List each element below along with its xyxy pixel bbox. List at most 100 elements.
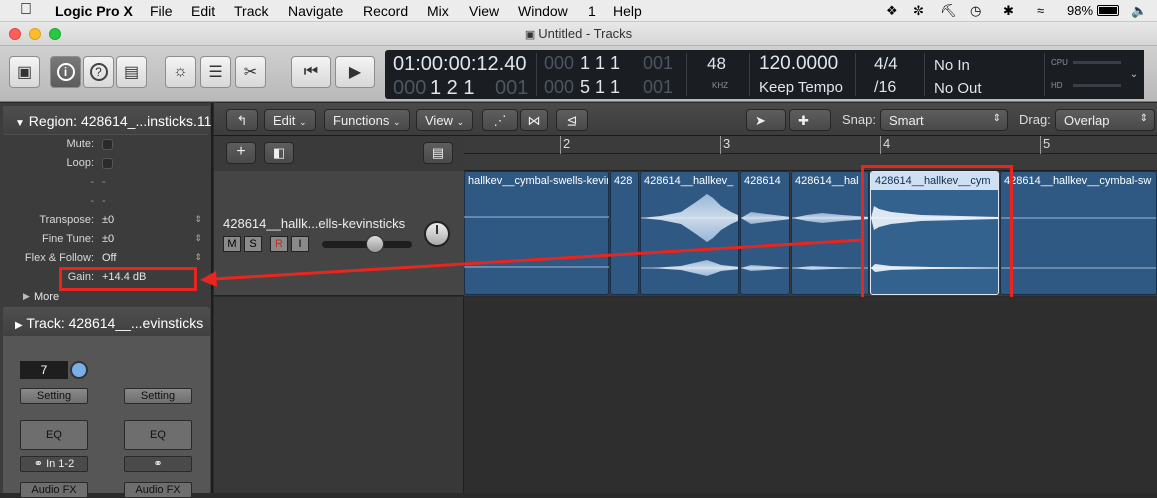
menu-file[interactable]: File bbox=[150, 3, 173, 19]
smart-controls-button[interactable]: ☼ bbox=[165, 56, 196, 88]
lcd-display[interactable]: 01:00:00:12.40 000 1 2 1 001 000 1 1 1 0… bbox=[385, 50, 1130, 99]
stepper-icon[interactable]: ⇕ bbox=[194, 252, 202, 263]
drag-select[interactable]: Overlap ⇕ bbox=[1055, 109, 1155, 131]
view-menu[interactable]: View ⌄ bbox=[416, 109, 474, 131]
param-label: Flex & Follow: bbox=[24, 252, 94, 264]
app-menu[interactable]: Logic Pro X bbox=[55, 3, 133, 19]
input-button[interactable]: ⚭ In 1-2 bbox=[20, 456, 88, 472]
setting-button[interactable]: Setting bbox=[20, 388, 88, 404]
edit-menu[interactable]: Edit ⌄ bbox=[264, 109, 316, 131]
secondary-tool-menu[interactable]: ✚ bbox=[789, 109, 831, 131]
param-transpose[interactable]: Transpose: ±0 ⇕ bbox=[0, 212, 210, 230]
ruler[interactable]: 2 3 4 5 bbox=[464, 136, 1157, 171]
question-icon: ? bbox=[89, 63, 108, 81]
audio-region[interactable]: 428 bbox=[610, 171, 639, 295]
snap-select[interactable]: Smart ⇕ bbox=[880, 109, 1008, 131]
bar-number: 2 bbox=[563, 136, 571, 151]
more-disclosure[interactable]: ▶ More bbox=[0, 289, 210, 307]
inspector-button[interactable]: i bbox=[50, 56, 81, 88]
scissors-icon: ✂ bbox=[243, 64, 258, 81]
menu-edit[interactable]: Edit bbox=[191, 3, 215, 19]
lcd-left-locator: 1 1 1 bbox=[580, 53, 621, 73]
automation-button[interactable]: ⋰ bbox=[482, 109, 518, 131]
menu-view[interactable]: View bbox=[469, 3, 499, 19]
solo-button[interactable]: S bbox=[244, 236, 262, 252]
menu-track[interactable]: Track bbox=[234, 3, 268, 19]
toolbar-button[interactable]: ▤ bbox=[116, 56, 147, 88]
stepper-icon[interactable]: ⇕ bbox=[194, 214, 202, 225]
record-enable-button[interactable]: R bbox=[270, 236, 288, 252]
play-icon: ▶ bbox=[348, 64, 362, 81]
eq-button[interactable]: EQ bbox=[20, 420, 88, 450]
track-name[interactable]: 428614__hallk...ells-kevinsticks bbox=[223, 216, 405, 231]
track-lane[interactable]: hallkev__cymbal-swells-kevin 428 428614_… bbox=[464, 165, 1157, 301]
region-inspector-header[interactable]: ▼ Region: 428614_...insticks.11 bbox=[3, 106, 211, 134]
pan-knob[interactable] bbox=[424, 221, 450, 247]
functions-label: Functions bbox=[333, 113, 390, 128]
catch-button[interactable]: ⊴ bbox=[556, 109, 588, 131]
library-button[interactable]: ▣ bbox=[9, 56, 40, 88]
editors-button[interactable]: ✂ bbox=[235, 56, 266, 88]
menu-window[interactable]: Window bbox=[518, 3, 568, 19]
setting-button[interactable]: Setting bbox=[124, 388, 192, 404]
drive-icon[interactable]: ⛏ bbox=[940, 3, 957, 19]
menu-record[interactable]: Record bbox=[363, 3, 408, 19]
apple-icon[interactable]:  bbox=[20, 1, 32, 19]
menu-mix[interactable]: Mix bbox=[427, 3, 449, 19]
lcd-khz-label: KHZ bbox=[712, 81, 728, 90]
back-arrow-icon: ↰ bbox=[236, 113, 248, 128]
fan-icon[interactable]: ✼ bbox=[913, 3, 924, 19]
input-button[interactable]: ⚭ bbox=[124, 456, 192, 472]
input-monitor-button[interactable]: I bbox=[291, 236, 309, 252]
quick-help-button[interactable]: ? bbox=[83, 56, 114, 88]
eq-button[interactable]: EQ bbox=[124, 420, 192, 450]
disclosure-open-icon: ▼ bbox=[15, 118, 25, 129]
lcd-menu-button[interactable]: ⌄ bbox=[1124, 50, 1144, 99]
transpose-value[interactable]: ±0 bbox=[102, 214, 114, 226]
channel-value[interactable]: 7 bbox=[20, 361, 68, 379]
mute-button[interactable]: M bbox=[223, 236, 241, 252]
functions-menu[interactable]: Functions ⌄ bbox=[324, 109, 410, 131]
wifi-icon[interactable]: ≈ bbox=[1037, 3, 1044, 18]
audio-region[interactable]: 428614__hal bbox=[791, 171, 869, 295]
audio-fx-button[interactable]: Audio FX bbox=[124, 482, 192, 498]
hd-meter bbox=[1073, 84, 1121, 87]
menu-1[interactable]: 1 bbox=[588, 3, 596, 19]
control-bar: ▣ i ? ▤ ☼ ☰ ✂ ⏮ ▶ 01:00:00:12.40 000 1 2… bbox=[0, 46, 1157, 102]
mute-checkbox[interactable] bbox=[102, 139, 113, 150]
rewind-button[interactable]: ⏮ bbox=[291, 56, 331, 88]
skip-back-icon: ⏮ bbox=[303, 63, 319, 80]
toolbar-icon: ▤ bbox=[123, 64, 140, 81]
pan-knob[interactable] bbox=[70, 361, 88, 379]
lcd-left-dim: 000 bbox=[544, 53, 575, 73]
global-tracks-button[interactable]: ◧ bbox=[264, 142, 294, 164]
automation-icon: ⋰ bbox=[493, 113, 507, 128]
add-track-button[interactable]: + bbox=[226, 142, 256, 164]
dropbox-icon[interactable]: ❖ bbox=[886, 3, 898, 19]
audio-region[interactable]: 428614__hallkev_ bbox=[640, 171, 739, 295]
flex-follow-value[interactable]: Off bbox=[102, 252, 116, 264]
bluetooth-icon[interactable]: ✱ bbox=[1003, 3, 1014, 19]
battery-icon[interactable] bbox=[1097, 5, 1119, 16]
menu-navigate[interactable]: Navigate bbox=[288, 3, 343, 19]
pointer-tool-menu[interactable]: ➤ bbox=[746, 109, 786, 131]
volume-slider-thumb[interactable] bbox=[366, 235, 384, 253]
stepper-icon[interactable]: ⇕ bbox=[194, 233, 202, 244]
audio-fx-button[interactable]: Audio FX bbox=[20, 482, 88, 498]
param-flex-follow[interactable]: Flex & Follow: Off ⇕ bbox=[0, 250, 210, 268]
param-fine-tune[interactable]: Fine Tune: ±0 ⇕ bbox=[0, 231, 210, 249]
track-options-button[interactable]: ▤ bbox=[423, 142, 453, 164]
flex-button[interactable]: ⋈ bbox=[520, 109, 548, 131]
loop-checkbox[interactable] bbox=[102, 158, 113, 169]
play-button[interactable]: ▶ bbox=[335, 56, 375, 88]
mixer-button[interactable]: ☰ bbox=[200, 56, 231, 88]
back-button[interactable]: ↰ bbox=[226, 109, 258, 131]
audio-region[interactable]: 428614__hallkev__cymbal-sw bbox=[1000, 171, 1157, 295]
track-inspector-header[interactable]: ▶ Track: 428614__...evinsticks bbox=[3, 308, 210, 336]
track-header[interactable]: 428614__hallk...ells-kevinsticks M S R I bbox=[214, 171, 464, 296]
volume-icon[interactable]: 🔈 bbox=[1131, 3, 1147, 19]
fine-tune-value[interactable]: ±0 bbox=[102, 233, 114, 245]
menu-help[interactable]: Help bbox=[613, 3, 642, 19]
time-machine-icon[interactable]: ◷ bbox=[970, 3, 981, 19]
audio-region[interactable]: 428614 bbox=[740, 171, 790, 295]
